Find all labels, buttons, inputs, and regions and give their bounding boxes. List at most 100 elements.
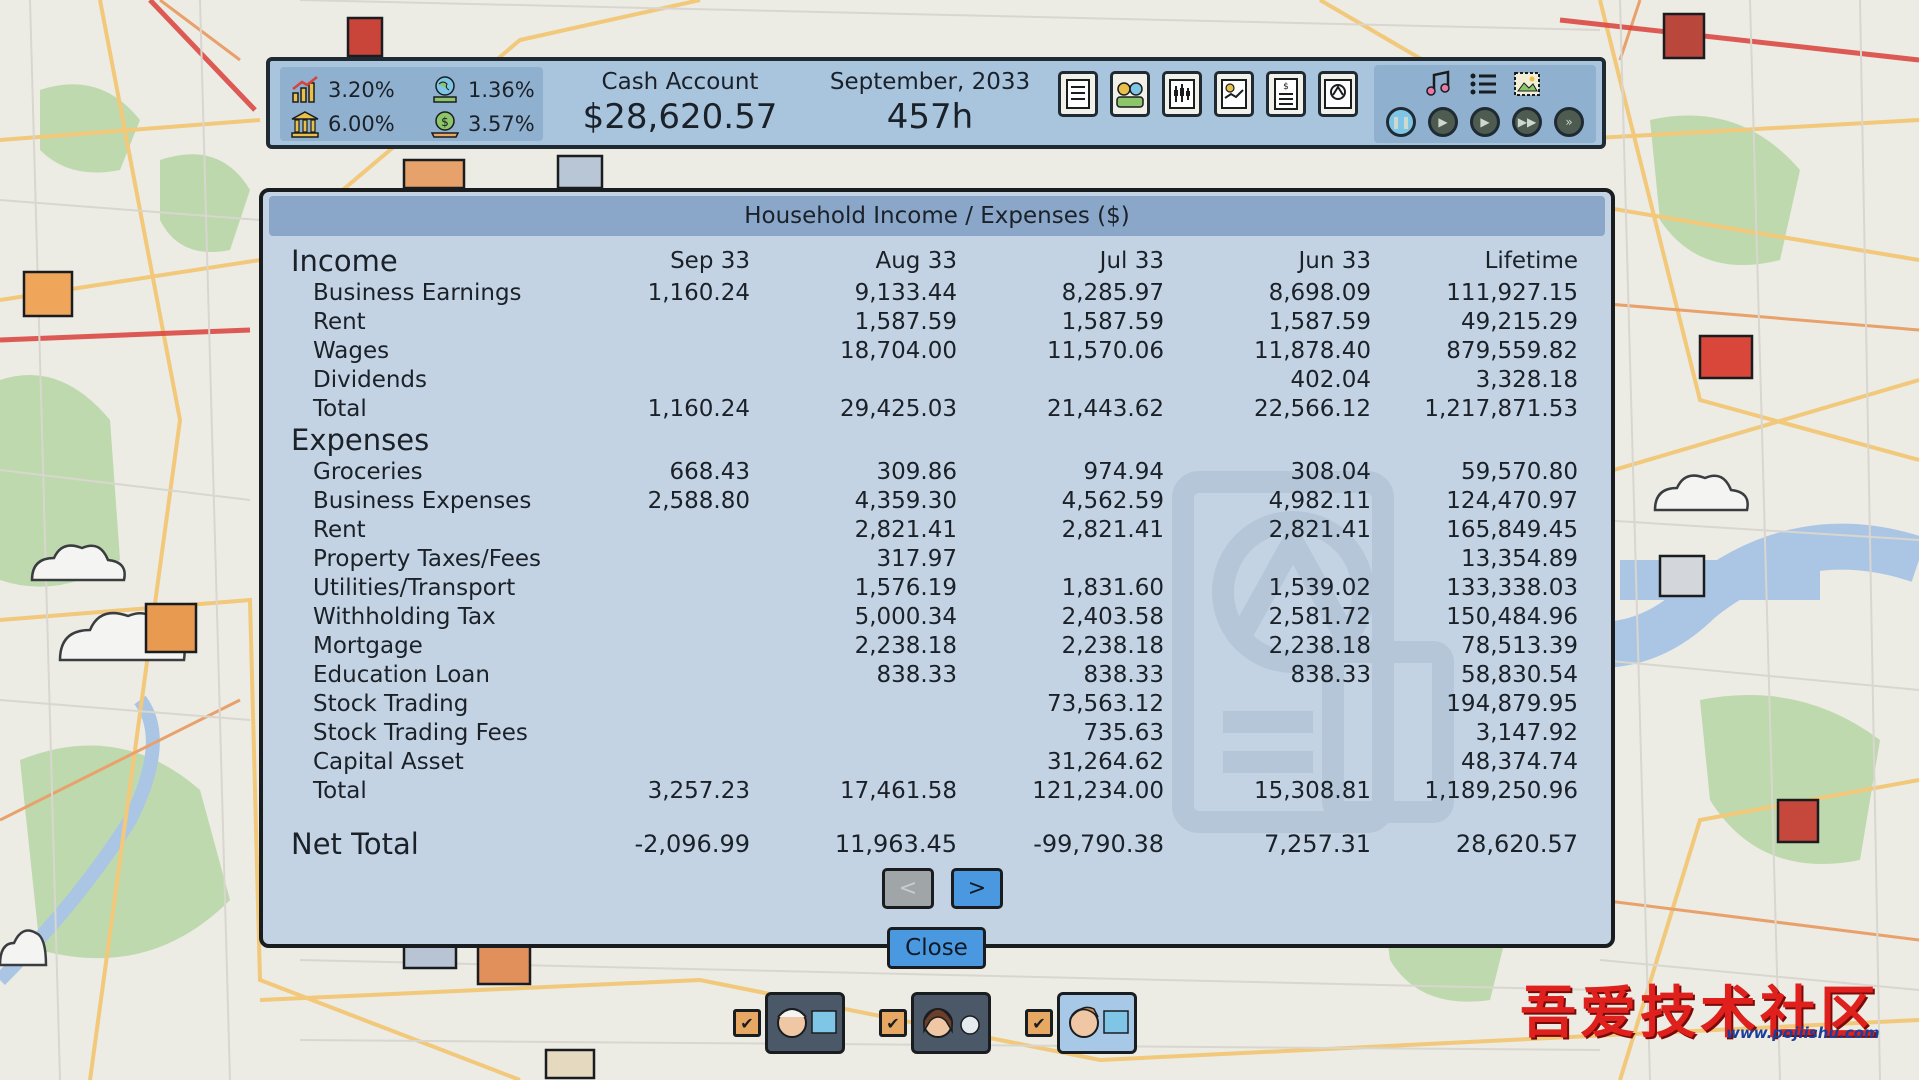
table-row: Rent 2,821.41 2,821.41 2,821.41 165,849.45 xyxy=(291,515,1578,544)
value-cell: 29,425.03 xyxy=(839,395,957,422)
member-card[interactable] xyxy=(765,992,845,1054)
checklist-button[interactable] xyxy=(1058,71,1098,117)
value-cell xyxy=(603,544,750,573)
value-cell: 8,698.09 xyxy=(1268,279,1371,306)
stock-chart-button[interactable] xyxy=(1162,71,1202,117)
value-cell: 2,821.41 xyxy=(854,516,957,543)
row-label: Mortgage xyxy=(313,632,423,659)
person-avatar-icon xyxy=(1069,1006,1129,1038)
member-1[interactable]: ✔ xyxy=(733,992,845,1054)
value-cell: 1,217,871.53 xyxy=(1424,395,1578,422)
row-label: Total xyxy=(313,395,367,422)
prev-page-button[interactable]: < xyxy=(882,868,934,909)
value-cell: 11,878.40 xyxy=(1253,337,1371,364)
cash-account[interactable]: Cash Account $28,620.57 xyxy=(570,69,790,137)
stock-chart-icon xyxy=(1169,79,1195,109)
value-cell: 838.33 xyxy=(1083,661,1164,688)
pause-button[interactable]: ❚❚ xyxy=(1386,107,1416,137)
value-cell: 838.33 xyxy=(1290,661,1371,688)
cash-account-label: Cash Account xyxy=(601,69,759,95)
rate-value: 3.57% xyxy=(468,112,535,136)
list-icon[interactable] xyxy=(1468,69,1498,99)
value-cell: 2,821.41 xyxy=(1268,516,1371,543)
member-card-selected[interactable] xyxy=(1057,992,1137,1054)
member-checkbox[interactable]: ✔ xyxy=(733,1009,761,1037)
value-cell: 3,257.23 xyxy=(647,777,750,804)
value-cell: 22,566.12 xyxy=(1253,395,1371,422)
member-checkbox[interactable]: ✔ xyxy=(879,1009,907,1037)
member-checkbox[interactable]: ✔ xyxy=(1025,1009,1053,1037)
net-value-cell: 11,963.45 xyxy=(834,830,957,858)
net-total-row: Net Total -2,096.99 11,963.45 -99,790.38 7,2… xyxy=(291,827,1578,861)
row-label: Groceries xyxy=(313,458,423,485)
person-avatar-icon xyxy=(923,1008,980,1038)
table-row: Education Loan 838.33 838.33 838.33 58,830.5… xyxy=(291,660,1578,689)
row-label: Stock Trading Fees xyxy=(313,719,528,746)
rate-global[interactable]: 1.36% xyxy=(430,75,535,105)
value-cell: 124,470.97 xyxy=(1446,487,1578,514)
member-3[interactable]: ✔ xyxy=(1025,992,1137,1054)
play-slow-button[interactable]: ▶ xyxy=(1428,107,1458,137)
table-row: Business Earnings 1,160.24 9,133.44 8,285.9… xyxy=(291,278,1578,307)
value-cell: 133,338.03 xyxy=(1446,574,1578,601)
next-page-button[interactable]: > xyxy=(951,868,1003,909)
value-cell xyxy=(603,602,750,631)
fast-forward-button[interactable]: ▶▶ xyxy=(1512,107,1542,137)
column-header: Jun 33 xyxy=(1298,248,1371,274)
row-label: Rent xyxy=(313,516,366,543)
value-cell xyxy=(603,747,750,776)
net-value-cell: 7,257.31 xyxy=(1264,830,1371,858)
value-cell: 2,238.18 xyxy=(1061,632,1164,659)
table-row: Mortgage 2,238.18 2,238.18 2,238.18 78,513.3… xyxy=(291,631,1578,660)
value-cell: 1,587.59 xyxy=(854,308,957,335)
value-cell: 17,461.58 xyxy=(839,777,957,804)
table-row: Dividends 402.04 3,328.18 xyxy=(291,365,1578,394)
value-cell: 309.86 xyxy=(876,458,957,485)
value-cell xyxy=(750,689,957,718)
table-row: Property Taxes/Fees 317.97 13,354.89 xyxy=(291,544,1578,573)
net-value-cell: 28,620.57 xyxy=(1455,830,1578,858)
fastest-button[interactable]: » xyxy=(1554,107,1584,137)
member-2[interactable]: ✔ xyxy=(879,992,991,1054)
value-cell xyxy=(750,718,957,747)
rate-money[interactable]: $ 3.57% xyxy=(430,109,535,139)
game-date: September, 2033 457h xyxy=(810,69,1050,137)
household-income-dialog: Household Income / Expenses ($) Income Se… xyxy=(259,188,1615,948)
empty-cell xyxy=(603,423,750,457)
rates-panel: 3.20% 1.36% 6.00% $ 3.57% xyxy=(280,67,543,141)
report-button[interactable] xyxy=(1214,71,1254,117)
row-label: Business Earnings xyxy=(313,279,522,306)
member-card[interactable] xyxy=(911,992,991,1054)
people-button[interactable] xyxy=(1110,71,1150,117)
picture-icon[interactable] xyxy=(1512,69,1542,99)
table-row: Total 1,160.24 29,425.03 21,443.62 22,566.12… xyxy=(291,394,1578,423)
table-row: Rent 1,587.59 1,587.59 1,587.59 49,215.29 xyxy=(291,307,1578,336)
row-label: Total xyxy=(313,777,367,804)
value-cell xyxy=(1164,718,1371,747)
value-cell xyxy=(1164,689,1371,718)
play-button[interactable]: ▶ xyxy=(1470,107,1500,137)
rate-growth[interactable]: 3.20% xyxy=(290,75,395,105)
rate-bank[interactable]: 6.00% xyxy=(290,109,395,139)
report-icon xyxy=(1221,79,1247,109)
value-cell: 21,443.62 xyxy=(1046,395,1164,422)
value-cell: 9,133.44 xyxy=(854,279,957,306)
music-icon[interactable] xyxy=(1424,69,1454,99)
value-cell: 165,849.45 xyxy=(1446,516,1578,543)
section-header-row: Income Sep 33 Aug 33 Jul 33 Jun 33 Lifetime xyxy=(291,244,1578,278)
close-button[interactable]: Close xyxy=(887,927,986,969)
svg-text:$: $ xyxy=(1283,82,1289,92)
income-expense-table: Income Sep 33 Aug 33 Jul 33 Jun 33 Lifetime Bu… xyxy=(291,244,1578,861)
people-icon xyxy=(1116,82,1144,108)
receipt-button[interactable]: $ xyxy=(1266,71,1306,117)
value-cell: 78,513.39 xyxy=(1460,632,1578,659)
bank-button[interactable] xyxy=(1318,71,1358,117)
empty-cell xyxy=(957,423,1164,457)
table-row: Business Expenses 2,588.80 4,359.30 4,562.5… xyxy=(291,486,1578,515)
value-cell: 13,354.89 xyxy=(1460,545,1578,572)
hours-value: 457h xyxy=(886,97,974,137)
value-cell xyxy=(603,718,750,747)
dialog-title: Household Income / Expenses ($) xyxy=(269,196,1605,236)
value-cell xyxy=(957,544,1164,573)
table-row: Stock Trading Fees 735.63 3,147.92 xyxy=(291,718,1578,747)
